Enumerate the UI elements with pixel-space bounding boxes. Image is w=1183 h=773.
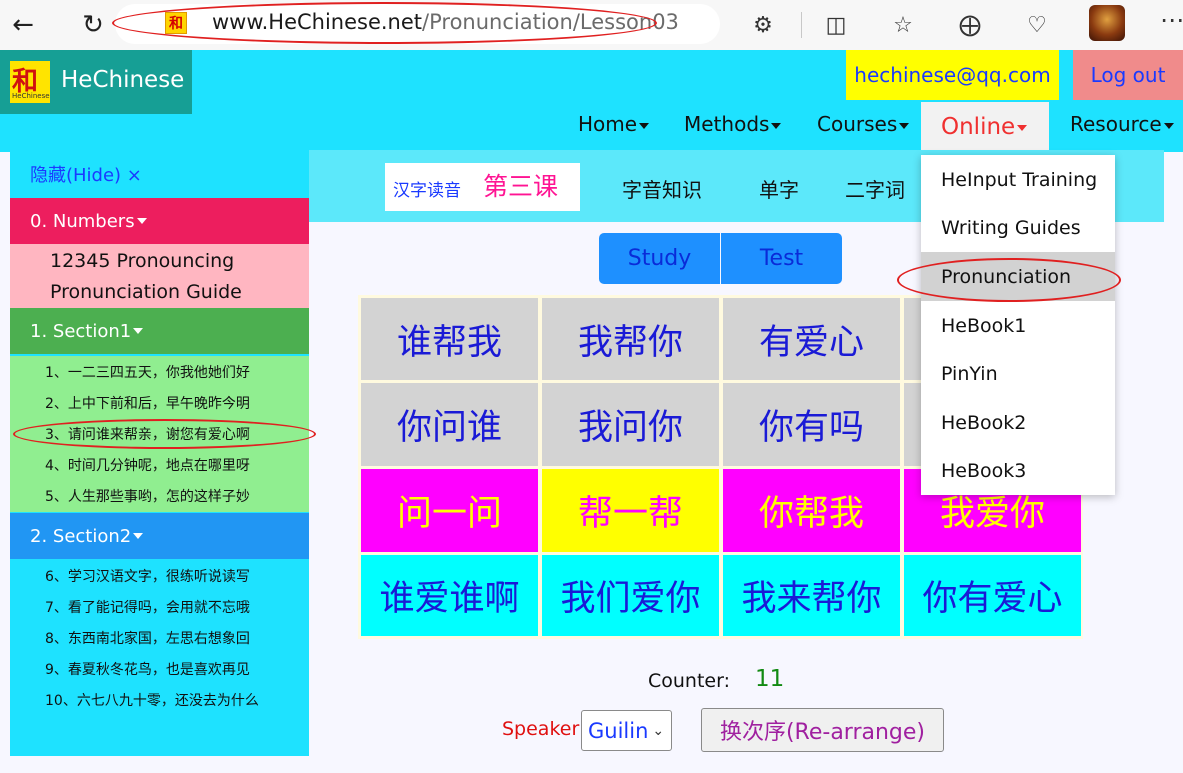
caret-down-icon [771, 122, 782, 129]
url-highlight-oval [112, 2, 657, 44]
word-cell[interactable]: 你有爱心 [904, 555, 1081, 636]
section-label: 1. Section1 [30, 320, 132, 342]
sidebar-section-2[interactable]: 2. Section2 [10, 513, 309, 559]
extensions-icon[interactable]: ⚙ [745, 8, 781, 42]
word-cell[interactable]: 谁帮我 [361, 298, 538, 380]
favorites-icon[interactable]: ☆ [885, 8, 921, 42]
dropdown-item-writing-guides[interactable]: Writing Guides [921, 203, 1115, 252]
word-cell[interactable]: 帮一帮 [542, 469, 719, 552]
word-cell[interactable]: 我来帮你 [723, 555, 900, 636]
lesson-link-10[interactable]: 10、六七八九十零，还没去为什么 [45, 690, 259, 710]
split-screen-icon[interactable]: ◫ [818, 8, 854, 42]
menu-courses-label: Courses [817, 112, 898, 136]
browser-toolbar: ← ↻ 和 www.HeChinese.net/Pronunciation/Le… [0, 0, 1183, 50]
lesson-tab-single-char[interactable]: 单字 [759, 174, 799, 203]
caret-down-icon [136, 218, 147, 224]
word-cell[interactable]: 我帮你 [542, 298, 719, 380]
lesson-title-small: 汉字读音 [393, 181, 461, 201]
menu-online[interactable]: Online [941, 114, 1028, 140]
sidebar-section-1[interactable]: 1. Section1 [10, 308, 309, 354]
rearrange-button[interactable]: 换次序(Re-arrange) [701, 708, 944, 752]
lesson-link-5[interactable]: 5、人生那些事哟，怎的这样子妙 [45, 486, 250, 506]
refresh-icon[interactable]: ↻ [76, 8, 110, 42]
word-cell[interactable]: 你问谁 [361, 383, 538, 466]
speaker-selected-value: Guilin [588, 718, 649, 743]
lesson-link-9[interactable]: 9、春夏秋冬花鸟，也是喜欢再见 [45, 659, 250, 679]
caret-down-icon [133, 328, 144, 334]
more-icon[interactable]: ⋯ [1160, 6, 1183, 34]
section-label: 2. Section2 [30, 525, 132, 547]
caret-down-icon [1017, 124, 1028, 131]
word-cell[interactable]: 你帮我 [723, 469, 900, 552]
sidebar: 隐藏(Hide) × 0. Numbers 12345 Pronouncing … [10, 150, 309, 756]
brand[interactable]: 和 HeChinese HeChinese [0, 50, 192, 114]
lesson-link-8[interactable]: 8、东西南北家国，左思右想象回 [45, 628, 250, 648]
word-cell[interactable]: 谁爱谁啊 [361, 555, 538, 636]
menu-home[interactable]: Home [578, 112, 650, 144]
toolbar-divider [801, 12, 802, 38]
study-button[interactable]: Study [599, 233, 720, 284]
brand-logo-icon: 和 HeChinese [10, 61, 50, 103]
site-header: 和 HeChinese HeChinese hechinese@qq.com L… [0, 50, 1183, 152]
caret-down-icon [639, 122, 650, 129]
menu-methods[interactable]: Methods [684, 112, 782, 144]
sidebar-numbers-panel: 12345 Pronouncing Pronunciation Guide [10, 244, 309, 308]
word-cell[interactable]: 问一问 [361, 469, 538, 552]
lesson-tab-two-char[interactable]: 二字词 [845, 174, 905, 203]
menu-resource-label: Resource [1070, 112, 1162, 136]
dropdown-item-pinyin[interactable]: PinYin [921, 349, 1115, 398]
speaker-select[interactable]: Guilin ⌄ [581, 710, 672, 751]
dropdown-item-hebook1[interactable]: HeBook1 [921, 301, 1115, 350]
pronunciation-highlight-oval [897, 258, 1121, 302]
browser-essentials-icon[interactable]: ♡ [1019, 8, 1055, 42]
profile-avatar-icon[interactable] [1089, 5, 1125, 41]
user-email[interactable]: hechinese@qq.com [846, 50, 1059, 100]
lesson-link-7[interactable]: 7、看了能记得吗，会用就不忘哦 [45, 597, 250, 617]
caret-down-icon [899, 122, 910, 129]
menu-home-label: Home [578, 112, 638, 136]
menu-courses[interactable]: Courses [817, 112, 910, 144]
word-cell[interactable]: 你有吗 [723, 383, 900, 466]
lesson-link-4[interactable]: 4、时间几分钟呢，地点在哪里呀 [45, 455, 250, 475]
chevron-down-icon: ⌄ [652, 722, 665, 739]
logout-button[interactable]: Log out [1073, 50, 1183, 100]
word-cell[interactable]: 有爱心 [723, 298, 900, 380]
word-cell[interactable]: 我们爱你 [542, 555, 719, 636]
online-dropdown-menu: HeInput Training Writing Guides Pronunci… [921, 155, 1115, 495]
lesson-highlight-oval [13, 419, 316, 449]
section-label: 0. Numbers [30, 210, 135, 232]
word-cell[interactable]: 我问你 [542, 383, 719, 466]
site-page: 和 HeChinese HeChinese hechinese@qq.com L… [0, 50, 1183, 773]
menu-resource[interactable]: Resource [1070, 112, 1174, 144]
lesson-tab-sound-knowledge[interactable]: 字音知识 [622, 174, 702, 203]
brand-logo-caption: HeChinese [12, 92, 50, 100]
caret-down-icon [133, 533, 144, 539]
sidebar-section-numbers[interactable]: 0. Numbers [10, 198, 309, 244]
caret-down-icon [1163, 122, 1174, 129]
collections-icon[interactable]: ⨁ [952, 8, 988, 42]
sidebar-hide-button[interactable]: 隐藏(Hide) × [10, 150, 309, 198]
sidebar-link-pronunciation-guide[interactable]: Pronunciation Guide [50, 281, 242, 303]
menu-online-label: Online [941, 114, 1016, 140]
dropdown-item-heinput-training[interactable]: HeInput Training [921, 155, 1115, 204]
counter-label: Counter: [648, 670, 730, 692]
brand-name: HeChinese [61, 67, 185, 93]
back-arrow-icon[interactable]: ← [6, 8, 40, 42]
lesson-title-big: 第三课 [483, 172, 559, 201]
counter-value: 11 [755, 666, 785, 692]
lesson-link-2[interactable]: 2、上中下前和后，早午晚昨今明 [45, 393, 250, 413]
lesson-link-1[interactable]: 1、一二三四五天，你我他她们好 [45, 362, 250, 382]
speaker-label: Speaker: [502, 718, 586, 740]
dropdown-item-hebook3[interactable]: HeBook3 [921, 446, 1115, 495]
sidebar-link-12345[interactable]: 12345 Pronouncing [50, 250, 234, 272]
menu-methods-label: Methods [684, 112, 770, 136]
lesson-link-6[interactable]: 6、学习汉语文字，很练听说读写 [45, 566, 250, 586]
dropdown-item-hebook2[interactable]: HeBook2 [921, 398, 1115, 447]
sidebar-section-2-list: 6、学习汉语文字，很练听说读写 7、看了能记得吗，会用就不忘哦 8、东西南北家国… [10, 560, 309, 718]
test-button[interactable]: Test [721, 233, 842, 284]
